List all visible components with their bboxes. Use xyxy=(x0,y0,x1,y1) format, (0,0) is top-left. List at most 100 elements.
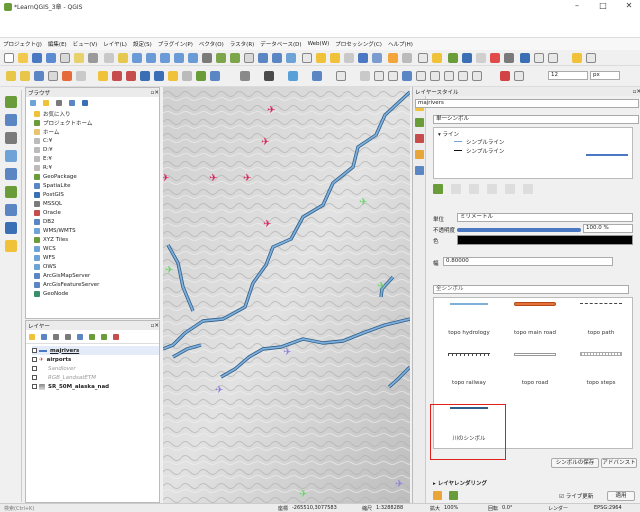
deselect-icon[interactable] xyxy=(344,53,354,63)
processing-toolbox-icon[interactable] xyxy=(462,53,472,63)
temporal-icon[interactable] xyxy=(490,53,500,63)
panel-close-icon[interactable]: ▫✕ xyxy=(151,90,159,96)
browser-item[interactable]: MSSQL xyxy=(34,199,159,208)
unit-select[interactable]: ミリメートル xyxy=(457,213,633,222)
vertex-tool-icon[interactable] xyxy=(62,71,72,81)
layer-item-rgb-landsat[interactable]: RGB_LandsatETM xyxy=(32,373,159,382)
remove-symbol-layer-icon[interactable] xyxy=(451,184,461,194)
add-symbol-layer-icon[interactable] xyxy=(433,184,443,194)
layer-select[interactable]: majrivers xyxy=(415,99,639,108)
zoom-native-icon[interactable] xyxy=(202,53,212,63)
browser-item[interactable]: GeoNode xyxy=(34,289,159,298)
expand-all-icon[interactable] xyxy=(89,333,95,340)
menu-raster[interactable]: ラスタ(R) xyxy=(227,40,258,48)
browser-item[interactable]: OWS xyxy=(34,262,159,271)
add-selected-icon[interactable] xyxy=(43,100,49,106)
font-unit-select[interactable]: px xyxy=(590,71,620,80)
paste-style-icon[interactable] xyxy=(374,71,384,81)
save-project-icon[interactable] xyxy=(32,53,42,63)
3d-tab-icon[interactable] xyxy=(415,150,424,159)
zoom-last-icon[interactable] xyxy=(216,53,226,63)
magnet-icon[interactable] xyxy=(500,71,510,81)
lock-icon[interactable] xyxy=(469,184,479,194)
zoom-out-icon[interactable] xyxy=(146,53,156,63)
undo-icon[interactable] xyxy=(433,491,442,500)
open-styling-icon[interactable] xyxy=(29,333,35,340)
current-edits-icon[interactable] xyxy=(20,71,30,81)
pan-icon[interactable] xyxy=(104,53,114,63)
magnifier-value[interactable]: 100% xyxy=(444,505,458,511)
add-wms-icon[interactable] xyxy=(5,222,17,234)
snap-icon[interactable] xyxy=(458,71,468,81)
measure-icon[interactable] xyxy=(402,53,412,63)
tracing-icon[interactable] xyxy=(472,71,482,81)
menu-web[interactable]: Web(W) xyxy=(305,41,333,47)
menu-layer[interactable]: レイヤ(L) xyxy=(100,40,130,48)
identify-icon[interactable] xyxy=(302,53,312,63)
browser-item[interactable]: プロジェクトホーム xyxy=(34,118,159,127)
symbol-topo-main-road[interactable]: topo main road xyxy=(504,300,566,346)
menu-database[interactable]: データベース(D) xyxy=(257,40,304,48)
zoom-selection-icon[interactable] xyxy=(174,53,184,63)
advanced-button[interactable]: アドバンスト xyxy=(601,458,637,468)
browser-item[interactable]: ArcGisMapServer xyxy=(34,271,159,280)
diagram-icon[interactable] xyxy=(182,71,192,81)
opacity-input[interactable]: 100.0 % xyxy=(583,224,633,233)
symbol-topo-path[interactable]: topo path xyxy=(570,300,632,346)
refresh-icon[interactable] xyxy=(30,100,36,106)
opacity-slider[interactable] xyxy=(457,228,581,232)
browser-item[interactable]: WFS xyxy=(34,253,159,262)
browser-item[interactable]: C:¥ xyxy=(34,136,159,145)
coordinate-value[interactable]: -265510,3077583 xyxy=(292,505,337,511)
collapse-all-icon[interactable] xyxy=(101,333,107,340)
save-edits-icon[interactable] xyxy=(34,71,44,81)
browser-item[interactable]: SpatiaLite xyxy=(34,181,159,190)
symbol-topo-road[interactable]: topo road xyxy=(504,350,566,396)
text-annotation-icon[interactable] xyxy=(418,53,428,63)
browser-item[interactable]: R:¥ xyxy=(34,163,159,172)
grid-icon[interactable] xyxy=(504,53,514,63)
attribute-table-icon[interactable] xyxy=(358,53,368,63)
filter-expression-icon[interactable] xyxy=(77,333,83,340)
browser-item[interactable]: WMS/WMTS xyxy=(34,226,159,235)
menu-vector[interactable]: ベクタ(O) xyxy=(196,40,227,48)
add-spatialite-icon[interactable] xyxy=(5,186,17,198)
add-mesh-layer-icon[interactable] xyxy=(5,132,17,144)
collapse-icon[interactable] xyxy=(69,100,75,106)
browser-item[interactable]: PostGIS xyxy=(34,190,159,199)
zoom-full-icon[interactable] xyxy=(160,53,170,63)
layer-styling-icon[interactable] xyxy=(476,53,486,63)
maximize-button[interactable]: □ xyxy=(594,0,612,12)
browser-item[interactable]: お気に入り xyxy=(34,109,159,118)
rotation-value[interactable]: 0.0° xyxy=(502,505,512,511)
properties-icon[interactable] xyxy=(82,100,88,106)
menu-plugins[interactable]: プラグイン(P) xyxy=(155,40,196,48)
menu-edit[interactable]: 編集(E) xyxy=(45,40,70,48)
move-up-icon[interactable] xyxy=(505,184,515,194)
copy-icon[interactable] xyxy=(402,71,412,81)
zoom-layer-icon[interactable] xyxy=(188,53,198,63)
layer-rendering-toggle[interactable]: ▸ レイヤレンダリング xyxy=(433,479,487,487)
layer-checkbox[interactable] xyxy=(32,357,37,362)
settings-gear-icon[interactable] xyxy=(520,53,530,63)
layer-item-sr50m[interactable]: SR_50M_alaska_nad xyxy=(32,382,159,391)
add-geopackage-icon[interactable] xyxy=(5,168,17,180)
redo-icon[interactable] xyxy=(444,71,454,81)
pan-to-selection-icon[interactable] xyxy=(118,53,128,63)
remove-layer-icon[interactable] xyxy=(113,333,119,340)
layer-item-majrivers[interactable]: majrivers xyxy=(32,346,159,355)
paste-icon[interactable] xyxy=(416,71,426,81)
add-feature-icon[interactable] xyxy=(48,71,58,81)
move-down-icon[interactable] xyxy=(523,184,533,194)
browser-item[interactable]: GeoPackage xyxy=(34,172,159,181)
font-size-input[interactable]: 12 xyxy=(548,71,588,80)
labels-tab-icon[interactable] xyxy=(415,118,424,127)
pin-label-icon[interactable] xyxy=(112,71,122,81)
tree-node-simple-line-1[interactable]: シンプルライン xyxy=(466,138,504,146)
symbol-topo-railway[interactable]: topo railway xyxy=(438,350,500,396)
add-raster-layer-icon[interactable] xyxy=(5,114,17,126)
change-label-icon[interactable] xyxy=(168,71,178,81)
live-update-checkbox[interactable]: ☑ ライブ更新 xyxy=(559,492,593,500)
browser-item[interactable]: WCS xyxy=(34,244,159,253)
browser-item[interactable]: ホーム xyxy=(34,127,159,136)
